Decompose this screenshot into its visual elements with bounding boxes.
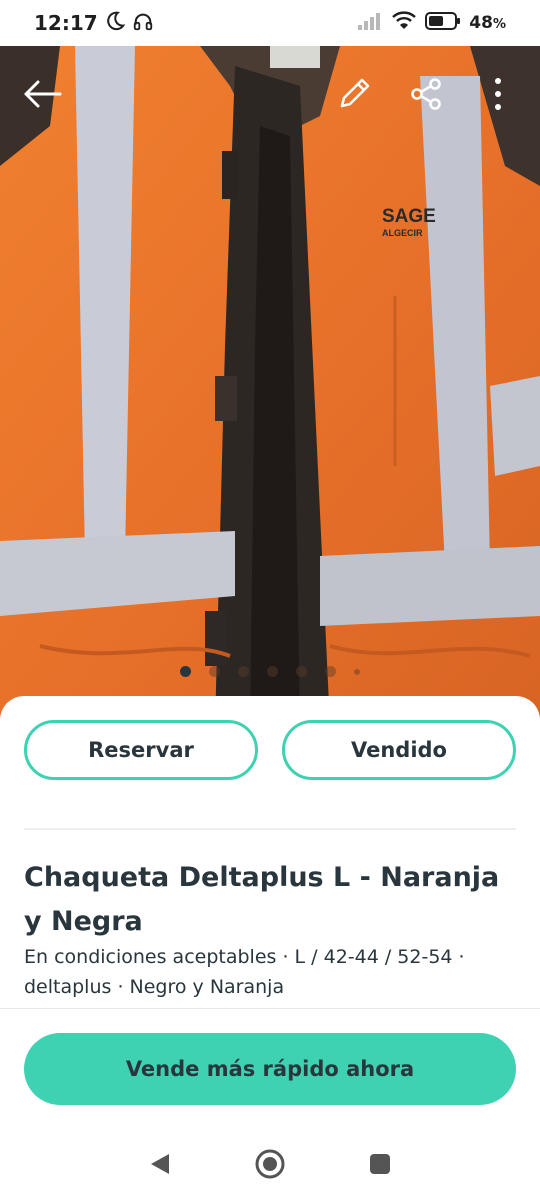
battery-percent: 48%: [469, 13, 506, 33]
nav-back-icon[interactable]: [140, 1144, 180, 1184]
product-details: En condiciones aceptables · L / 42-44 / …: [24, 946, 465, 998]
moon-icon: [104, 10, 126, 36]
status-time: 12:17: [34, 11, 98, 35]
system-nav-bar: [0, 1128, 540, 1200]
nav-home-icon[interactable]: [250, 1144, 290, 1184]
carousel-dot[interactable]: [209, 666, 220, 677]
sell-faster-button[interactable]: Vende más rápido ahora: [24, 1033, 516, 1105]
more-vertical-icon[interactable]: [474, 70, 522, 118]
jacket-image: SAGE ALGECIR: [0, 46, 540, 726]
product-sheet: Reservar Vendido Chaqueta Deltaplus L - …: [0, 696, 540, 1200]
photo-toolbar: [0, 46, 540, 142]
divider: [24, 828, 516, 830]
carousel-dot[interactable]: [296, 666, 307, 677]
share-icon[interactable]: [402, 70, 450, 118]
arrow-left-icon[interactable]: [18, 70, 66, 118]
nav-recents-icon[interactable]: [360, 1144, 400, 1184]
reserve-button[interactable]: Reservar: [24, 720, 258, 780]
wifi-icon: [391, 10, 417, 36]
carousel-dot[interactable]: [325, 666, 336, 677]
jacket-print-line2: ALGECIR: [382, 228, 423, 238]
jacket-print-line1: SAGE: [382, 206, 436, 227]
carousel-dot[interactable]: [238, 666, 249, 677]
status-bar: 12:17 48%: [0, 0, 540, 46]
pencil-icon[interactable]: [330, 70, 378, 118]
product-photo[interactable]: SAGE ALGECIR: [0, 46, 540, 726]
carousel-dot-active[interactable]: [180, 666, 191, 677]
battery-icon: [425, 11, 461, 35]
sold-button[interactable]: Vendido: [282, 720, 516, 780]
carousel-dot[interactable]: [267, 666, 278, 677]
product-title: Chaqueta Deltaplus L - Naranja y Negra: [24, 862, 500, 937]
action-buttons: Reservar Vendido: [24, 720, 516, 780]
carousel-dot[interactable]: [354, 669, 360, 675]
signal-icon: [357, 11, 383, 35]
headphones-icon: [132, 10, 154, 36]
carousel-indicator: [0, 666, 540, 677]
